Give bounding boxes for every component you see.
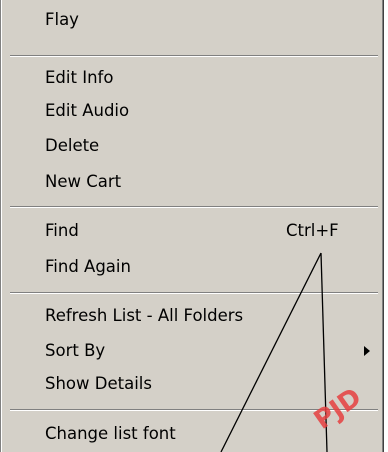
annotation-overlay: PJD [220, 252, 367, 452]
watermark: PJD [309, 382, 367, 435]
callout-line [220, 252, 322, 452]
watermark-text: PJD [309, 382, 367, 435]
